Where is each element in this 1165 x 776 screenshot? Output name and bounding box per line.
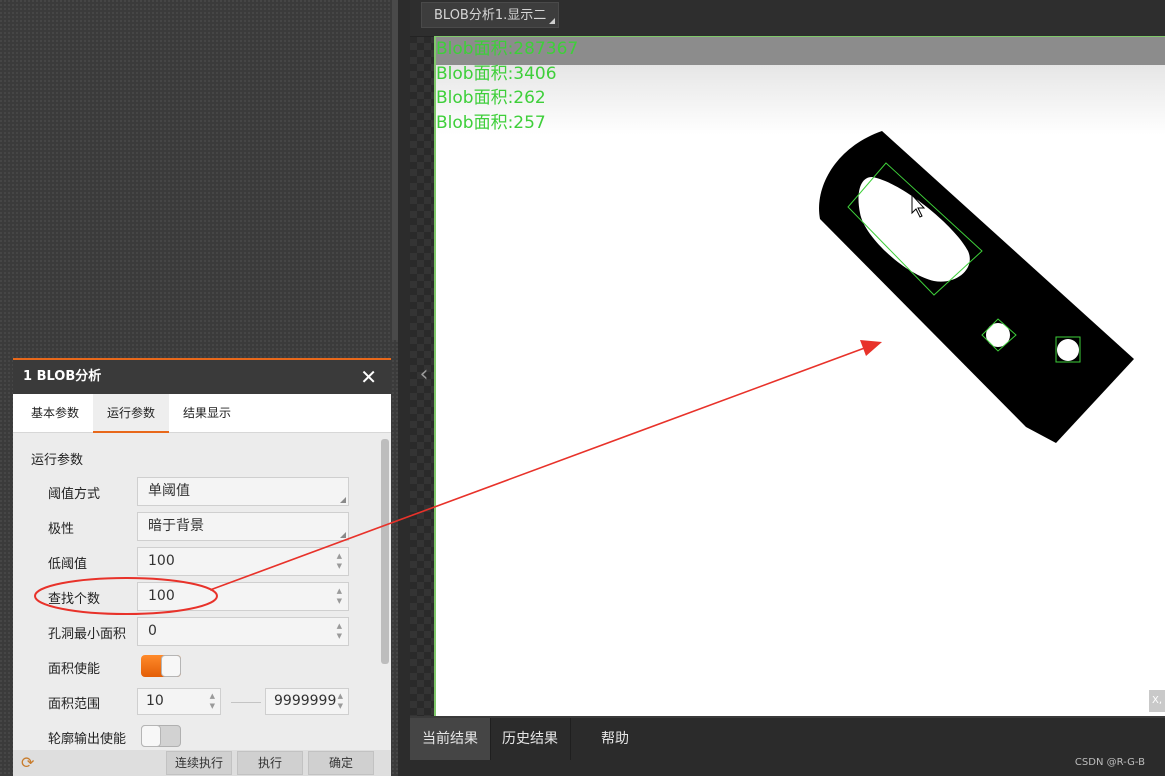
image-view-tab-label: BLOB分析1.显示二: [434, 8, 547, 23]
spinner-arrows-icon[interactable]: ▲ ▼: [337, 586, 342, 606]
spinner-arrows-icon[interactable]: ▲ ▼: [210, 691, 215, 711]
tab-corner-icon: [549, 18, 555, 24]
select-threshold-mode[interactable]: 单阈值: [137, 477, 349, 506]
area-min-value: 10: [146, 693, 164, 709]
dialog-title: 1 BLOB分析: [23, 369, 102, 384]
toggle-knob: [141, 725, 161, 747]
blob-label-3: Blob面积:262: [436, 88, 546, 108]
input-area-min[interactable]: 10 ▲ ▼: [137, 688, 221, 715]
image-display[interactable]: Blob面积:287367 Blob面积:3406 Blob面积:262 Blo…: [434, 36, 1165, 716]
blob-small-hole-2: [1057, 339, 1079, 361]
blob-image: [819, 131, 1134, 443]
coordinate-corner: X,: [1149, 690, 1165, 712]
section-title: 运行参数: [31, 453, 84, 468]
blob-label-1: Blob面积:287367: [436, 39, 579, 59]
image-view-tabbar: BLOB分析1.显示二: [410, 0, 1165, 37]
input-find-count[interactable]: 100 ▲ ▼: [137, 582, 349, 611]
toggle-knob: [161, 655, 181, 677]
dropdown-corner-icon: [340, 532, 346, 538]
min-hole-area-value: 0: [148, 623, 157, 639]
threshold-mode-value: 单阈值: [148, 483, 190, 499]
refresh-icon[interactable]: ⟳: [21, 754, 39, 772]
blob-label-4: Blob面积:257: [436, 112, 546, 133]
select-polarity[interactable]: 暗于背景: [137, 512, 349, 541]
collapse-arrow-icon[interactable]: ‹: [417, 360, 431, 390]
tab-basic-params[interactable]: 基本参数: [17, 394, 93, 431]
label-area-enable: 面积使能: [48, 662, 101, 677]
polarity-value: 暗于背景: [148, 518, 204, 534]
blob-label-2: Blob面积:3406: [436, 63, 557, 84]
tab-history-results[interactable]: 历史结果: [490, 718, 571, 760]
label-polarity: 极性: [48, 522, 75, 537]
toggle-area-enable[interactable]: [141, 655, 181, 677]
dialog-titlebar: 1 BLOB分析 ✕: [13, 360, 391, 394]
label-threshold-mode: 阈值方式: [48, 487, 101, 502]
tab-run-params[interactable]: 运行参数: [93, 394, 169, 433]
input-min-hole-area[interactable]: 0 ▲ ▼: [137, 617, 349, 646]
label-low-threshold: 低阈值: [48, 557, 88, 572]
spinner-arrows-icon[interactable]: ▲ ▼: [337, 551, 342, 571]
tab-help[interactable]: 帮助: [575, 718, 655, 760]
dialog-tabs: 基本参数 运行参数 结果显示: [13, 394, 391, 433]
dialog-body: 运行参数 阈值方式 单阈值 极性 暗于背景 低阈值 100 ▲ ▼ 查找个数 10…: [13, 433, 391, 747]
blob-label-list: Blob面积:287367 Blob面积:3406 Blob面积:262 Blo…: [436, 37, 578, 135]
blob-analysis-dialog: 1 BLOB分析 ✕ 基本参数 运行参数 结果显示 运行参数 阈值方式 单阈值 …: [13, 358, 391, 776]
range-separator: [231, 702, 261, 703]
blob-part-shape: [819, 131, 1134, 443]
image-view-tab[interactable]: BLOB分析1.显示二: [421, 2, 559, 28]
dialog-footer: ⟳ 连续执行 执行 确定: [13, 750, 391, 776]
label-contour-enable: 轮廓输出使能: [48, 732, 127, 747]
dialog-scrollbar[interactable]: [381, 439, 389, 664]
continuous-execute-button[interactable]: 连续执行: [166, 751, 232, 775]
input-area-max[interactable]: 9999999 ▲ ▼: [265, 688, 349, 715]
spinner-arrows-icon[interactable]: ▲ ▼: [338, 691, 343, 711]
label-find-count: 查找个数: [48, 592, 101, 607]
toggle-contour-enable[interactable]: [141, 725, 181, 747]
confirm-button[interactable]: 确定: [308, 751, 374, 775]
low-threshold-value: 100: [148, 553, 175, 569]
execute-button[interactable]: 执行: [237, 751, 303, 775]
panel-divider[interactable]: [398, 0, 410, 776]
dropdown-corner-icon: [340, 497, 346, 503]
tab-result-display[interactable]: 结果显示: [169, 394, 245, 431]
label-min-hole-area: 孔洞最小面积: [48, 627, 127, 642]
results-tabbar: 当前结果 历史结果 帮助 CSDN @R-G-B: [410, 718, 1165, 776]
input-low-threshold[interactable]: 100 ▲ ▼: [137, 547, 349, 576]
tab-current-results[interactable]: 当前结果: [410, 718, 491, 760]
label-area-range: 面积范围: [48, 697, 101, 712]
area-max-value: 9999999: [274, 693, 337, 709]
find-count-value: 100: [148, 588, 175, 604]
spinner-arrows-icon[interactable]: ▲ ▼: [337, 621, 342, 641]
close-icon[interactable]: ✕: [360, 360, 377, 394]
watermark: CSDN @R-G-B: [1074, 757, 1145, 768]
